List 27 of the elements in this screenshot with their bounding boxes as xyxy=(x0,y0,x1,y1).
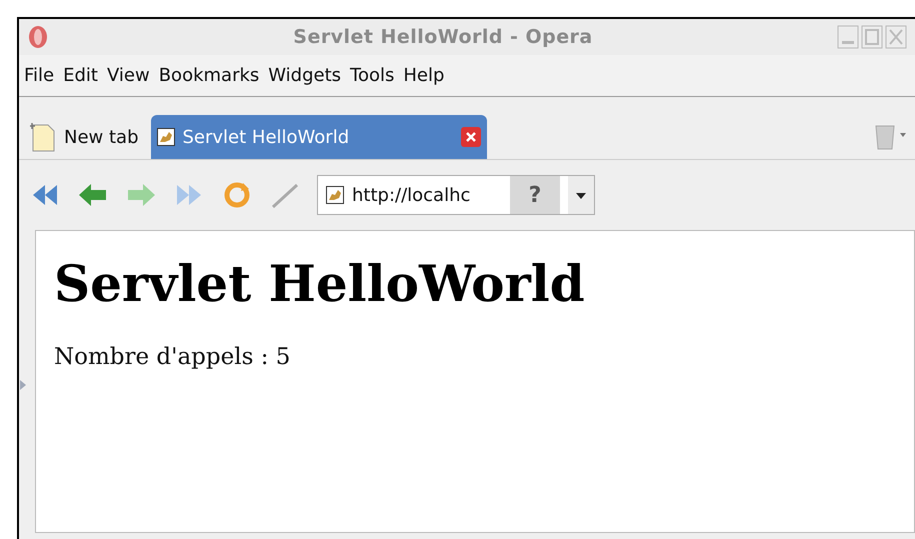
favicon-icon xyxy=(326,186,344,204)
panel-toggle-icon[interactable] xyxy=(19,378,27,390)
dropdown-caret-icon[interactable] xyxy=(568,176,594,214)
tab[interactable]: Servlet HelloWorld xyxy=(150,115,486,159)
page-text: Nombre d'appels : 5 xyxy=(54,342,292,372)
menu-item[interactable]: Bookmarks xyxy=(158,62,260,89)
menu-item[interactable]: File xyxy=(24,62,54,89)
back-arrow-icon[interactable] xyxy=(77,181,109,209)
page-heading: Servlet HelloWorld xyxy=(54,253,586,315)
menu-item[interactable]: View xyxy=(106,62,150,89)
close-tab-icon[interactable] xyxy=(460,127,480,147)
forward-arrow-icon[interactable] xyxy=(125,181,157,209)
menu-item[interactable]: Help xyxy=(403,62,444,89)
menu-item[interactable]: Tools xyxy=(350,62,394,89)
opera-logo-icon xyxy=(27,24,49,50)
maximize-icon[interactable] xyxy=(861,25,883,49)
window-title: Servlet HelloWorld - Opera xyxy=(292,24,594,50)
menu-item[interactable]: Widgets xyxy=(268,62,342,89)
favicon-icon xyxy=(156,128,174,146)
minimize-icon[interactable] xyxy=(837,25,859,49)
address-field[interactable]: http://localhc ? xyxy=(317,175,595,215)
document-icon xyxy=(30,121,56,153)
security-indicator[interactable]: ? xyxy=(510,176,560,214)
close-icon[interactable] xyxy=(885,25,907,49)
pen-icon[interactable] xyxy=(269,181,301,209)
tab[interactable]: New tab xyxy=(26,115,142,159)
menu-item[interactable]: Edit xyxy=(63,62,98,89)
